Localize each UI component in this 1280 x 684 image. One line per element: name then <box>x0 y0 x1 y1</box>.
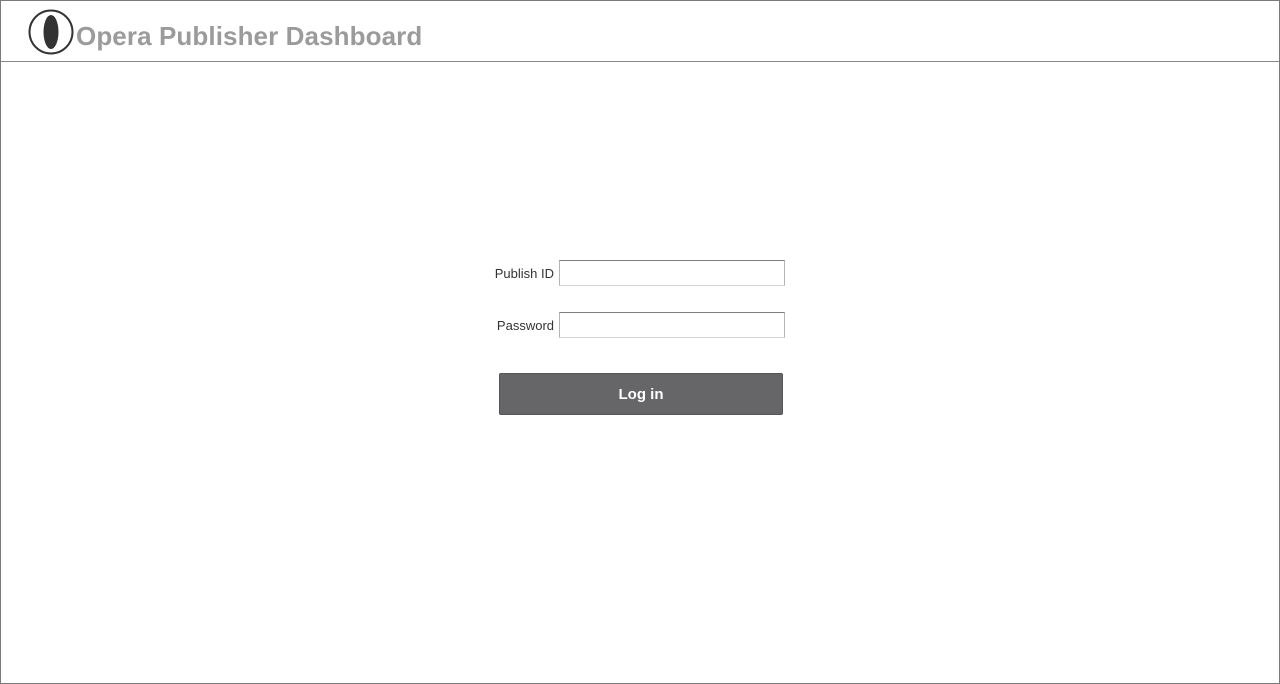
log-in-button[interactable]: Log in <box>499 373 783 415</box>
password-label: Password <box>496 318 554 333</box>
publish-id-input[interactable] <box>559 260 785 286</box>
publish-id-label: Publish ID <box>494 266 554 281</box>
login-form: Publish ID Password Log in <box>1 1 1279 683</box>
password-input[interactable] <box>559 312 785 338</box>
page-frame: Opera Publisher Dashboard Publish ID Pas… <box>0 0 1280 684</box>
